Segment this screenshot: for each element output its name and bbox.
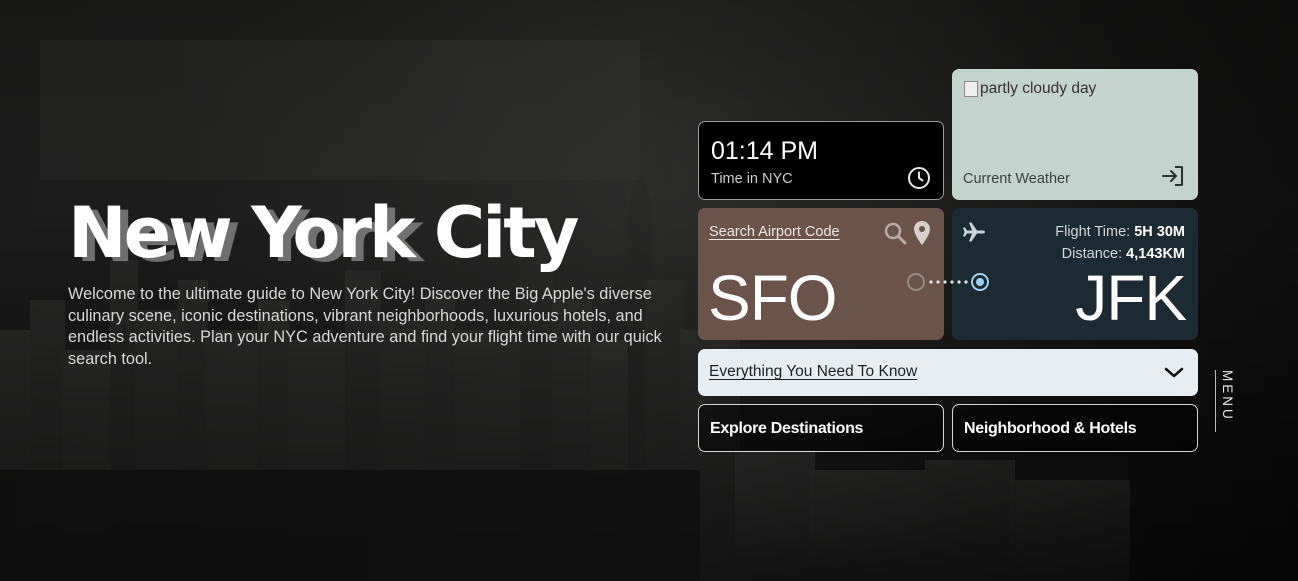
title-word-york: York [251,192,415,274]
flight-distance: Distance: 4,143KM [1062,246,1185,262]
weather-image: partly cloudy day [964,80,1096,98]
distance-value: 4,143KM [1126,246,1185,262]
flight-time-label: Flight Time: [1055,224,1131,240]
weather-widget[interactable]: partly cloudy day Current Weather [952,69,1198,200]
page-title: New York City [68,190,668,276]
title-word-new: New [68,192,233,274]
distance-label: Distance: [1061,246,1123,262]
login-arrow-icon[interactable] [1160,164,1186,188]
search-airport-link[interactable]: Search Airport Code [709,224,840,240]
time-label: Time in NYC [711,171,793,187]
broken-image-icon [964,81,978,97]
hero-section: New York City Welcome to the ultimate gu… [68,190,668,370]
neighborhood-hotels-button[interactable]: Neighborhood & Hotels [952,404,1198,452]
route-connector [907,273,989,291]
chevron-down-icon[interactable] [1163,363,1185,381]
title-word-city: City [433,192,579,274]
explore-button-label: Explore Destinations [710,420,864,437]
info-accordion[interactable]: Everything You Need To Know [698,349,1198,396]
origin-airport-code: SFO [708,262,838,334]
weather-image-alt: partly cloudy day [980,80,1097,97]
menu-label: MENU [1220,370,1235,422]
time-widget: 01:14 PM Time in NYC [698,121,944,200]
accordion-label[interactable]: Everything You Need To Know [709,363,917,381]
hero-description: Welcome to the ultimate guide to New Yor… [68,285,662,368]
menu-toggle[interactable]: MENU [1215,370,1237,432]
current-time: 01:14 PM [711,137,819,165]
clock-icon [908,167,930,189]
map-pin-icon[interactable] [913,220,931,246]
flight-time: Flight Time: 5H 30M [1055,224,1185,240]
airplane-icon [963,222,985,242]
neighborhoods-button-label: Neighborhood & Hotels [964,420,1137,437]
explore-destinations-button[interactable]: Explore Destinations [698,404,944,452]
flight-time-value: 5H 30M [1134,224,1185,240]
search-icon[interactable] [883,221,907,245]
weather-label: Current Weather [963,171,1070,187]
destination-airport-code: JFK [1075,262,1187,334]
